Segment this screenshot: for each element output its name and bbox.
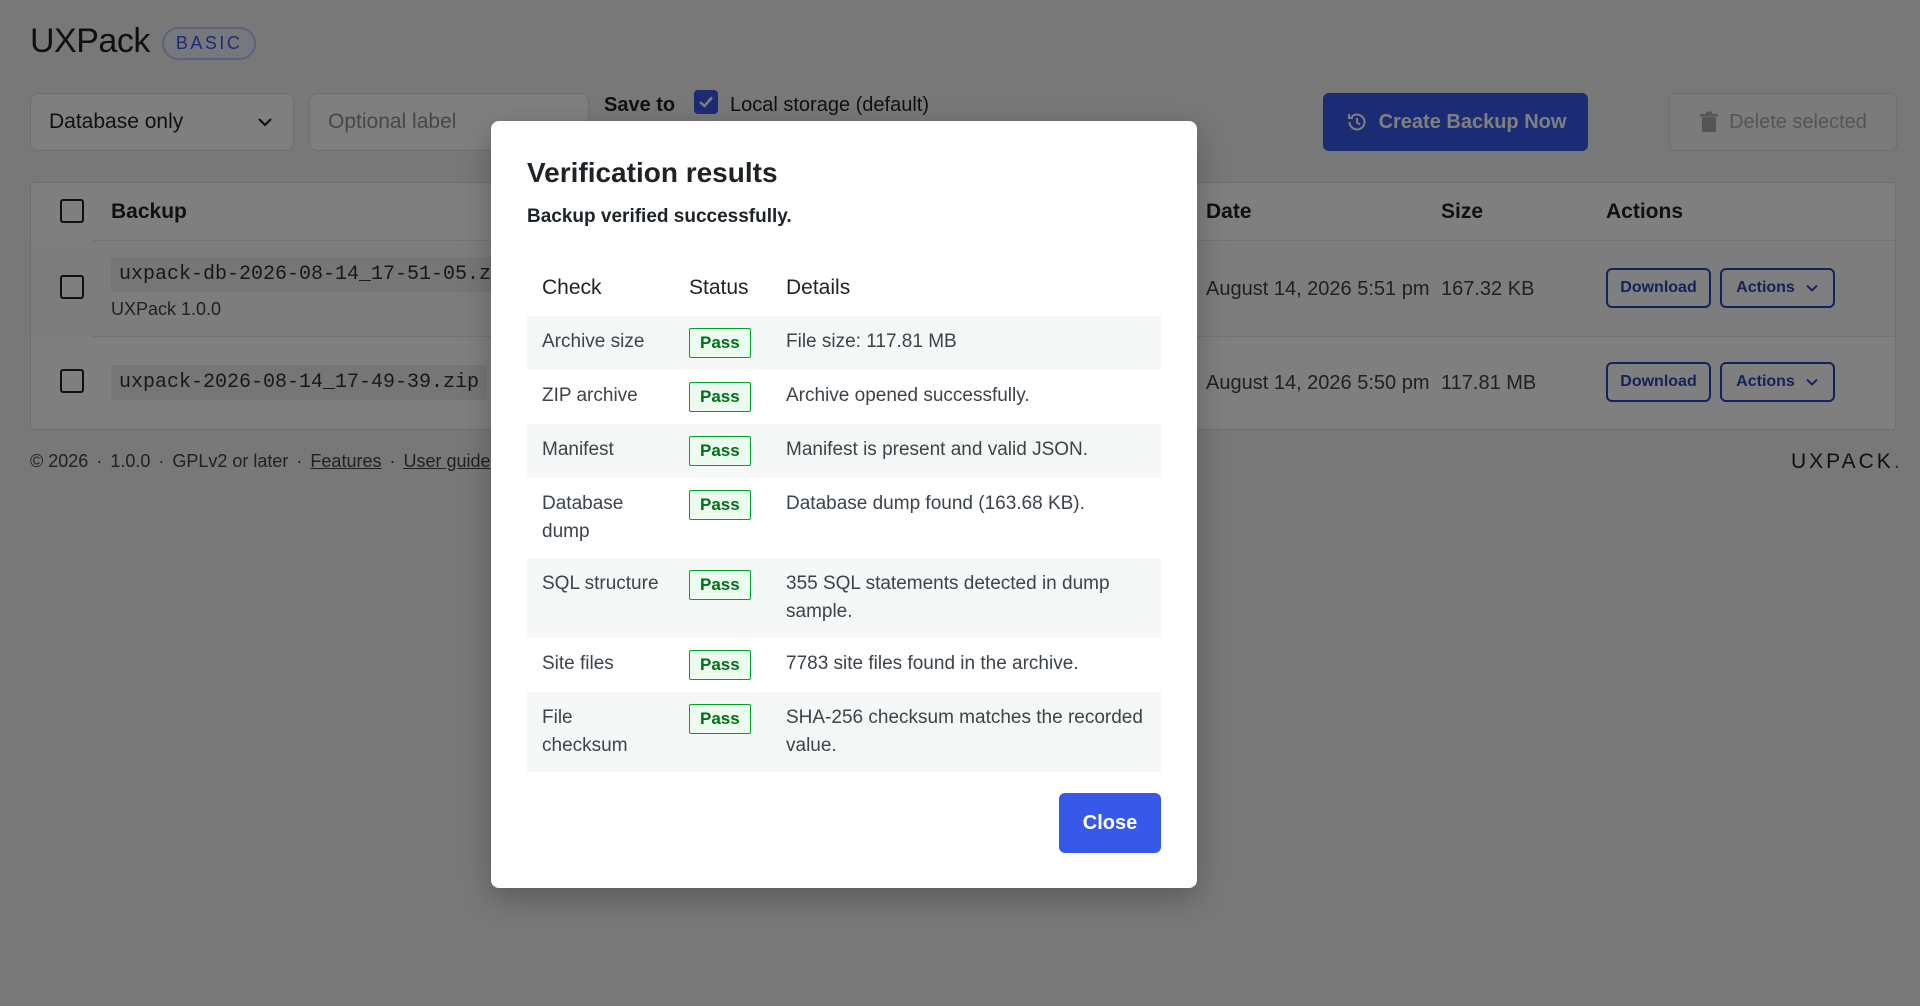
check-details: File size: 117.81 MB xyxy=(771,316,1161,370)
check-name: SQL structure xyxy=(527,558,674,638)
check-name: ZIP archive xyxy=(542,385,638,406)
verification-table: Check Status Details Archive size Pass F… xyxy=(527,262,1161,772)
check-details: 7783 site files found in the archive. xyxy=(786,653,1079,674)
table-row: SQL structure Pass 355 SQL statements de… xyxy=(527,558,1161,638)
status-badge: Pass xyxy=(689,704,751,734)
status-badge: Pass xyxy=(689,328,751,358)
column-header-check: Check xyxy=(542,276,602,299)
check-name: Manifest xyxy=(527,424,674,478)
column-header-status: Status xyxy=(689,276,749,299)
status-badge: Pass xyxy=(689,382,751,412)
table-row: Site files Pass 7783 site files found in… xyxy=(527,638,1161,692)
check-name: File checksum xyxy=(527,692,674,772)
status-badge: Pass xyxy=(689,650,751,680)
table-row: Database dump Pass Database dump found (… xyxy=(527,478,1161,558)
check-details: Archive opened successfully. xyxy=(786,385,1030,406)
status-badge: Pass xyxy=(689,490,751,520)
verification-modal: Verification results Backup verified suc… xyxy=(491,121,1197,888)
table-row: ZIP archive Pass Archive opened successf… xyxy=(527,370,1161,424)
close-button[interactable]: Close xyxy=(1059,793,1161,853)
table-row: Manifest Pass Manifest is present and va… xyxy=(527,424,1161,478)
check-name: Archive size xyxy=(527,316,674,370)
modal-title: Verification results xyxy=(527,157,778,188)
check-details: SHA-256 checksum matches the recorded va… xyxy=(771,692,1161,772)
check-name: Site files xyxy=(542,653,614,674)
table-row: File checksum Pass SHA-256 checksum matc… xyxy=(527,692,1161,772)
column-header-details: Details xyxy=(786,276,851,299)
check-details: Manifest is present and valid JSON. xyxy=(771,424,1161,478)
status-badge: Pass xyxy=(689,570,751,600)
check-name: Database dump xyxy=(542,493,624,542)
modal-subtitle: Backup verified successfully. xyxy=(527,206,792,227)
table-row: Archive size Pass File size: 117.81 MB xyxy=(527,316,1161,370)
status-badge: Pass xyxy=(689,436,751,466)
check-details: 355 SQL statements detected in dump samp… xyxy=(771,558,1161,638)
check-details: Database dump found (163.68 KB). xyxy=(786,493,1085,514)
